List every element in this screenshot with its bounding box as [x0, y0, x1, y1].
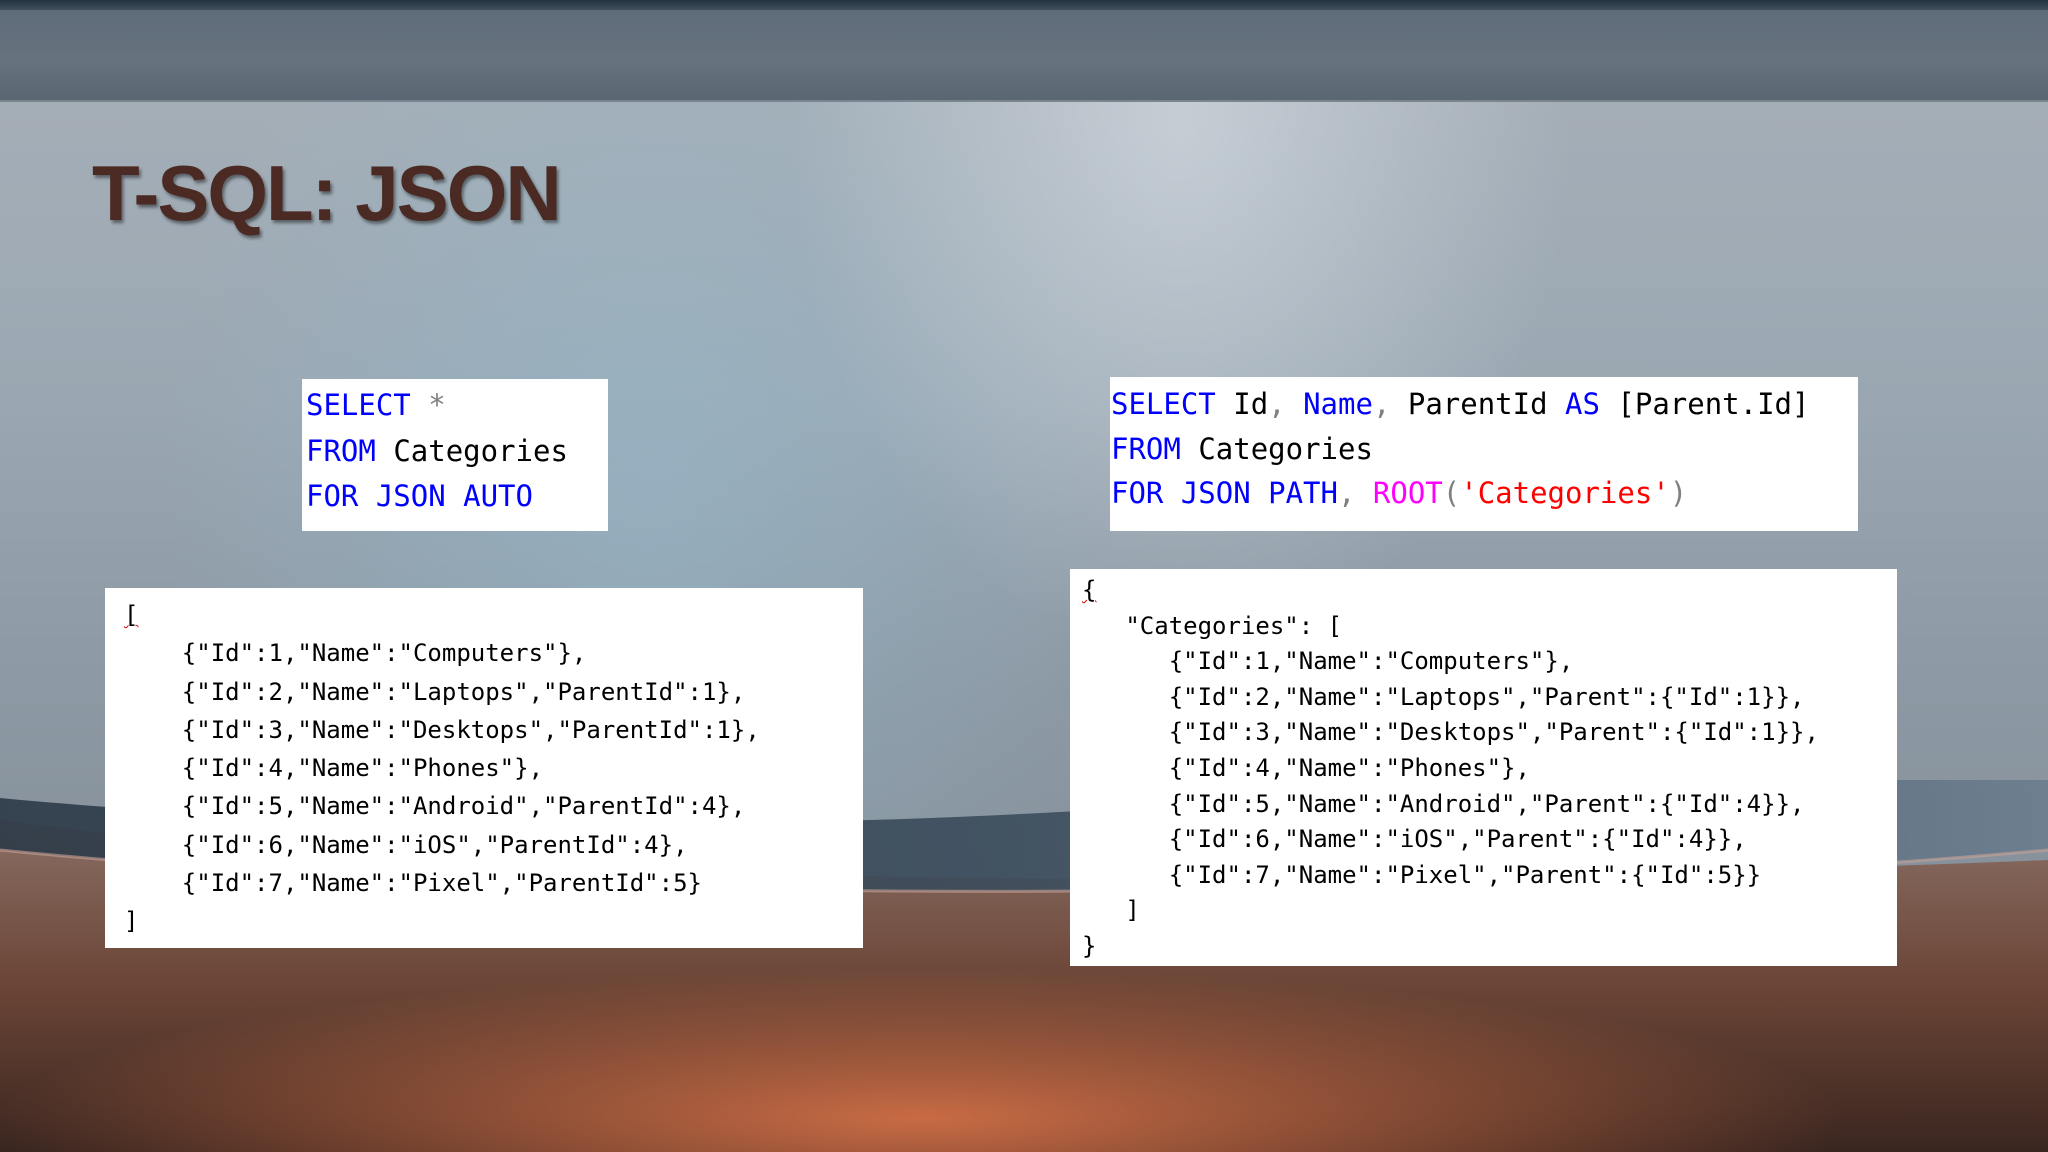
sql-table-name: Categories	[1198, 431, 1373, 466]
sql-paren: )	[1669, 476, 1688, 510]
sql-star: *	[428, 388, 446, 422]
sql-column: Id	[1233, 387, 1269, 421]
json-row-text: {"Id":6,"Name":"iOS","ParentId":4},	[181, 830, 688, 859]
sql-query-path: SELECT Id, Name, ParentId AS [Parent.Id]…	[1111, 377, 1858, 516]
json-row: {"Id":5,"Name":"Android","ParentId":4},	[124, 787, 863, 825]
json-key-categories: "Categories": [	[1125, 611, 1343, 640]
json-row-text: {"Id":2,"Name":"Laptops","Parent":{"Id":…	[1168, 682, 1805, 711]
sql-paren: (	[1442, 476, 1461, 510]
json-row-text: {"Id":5,"Name":"Android","Parent":{"Id":…	[1168, 789, 1805, 818]
json-row-text: {"Id":4,"Name":"Phones"},	[1168, 753, 1530, 782]
json-row: {"Id":3,"Name":"Desktops","Parent":{"Id"…	[1082, 713, 1897, 749]
sql-keyword-select: SELECT	[306, 388, 411, 422]
json-row: {"Id":3,"Name":"Desktops","ParentId":1},	[124, 711, 863, 749]
json-row: {"Id":1,"Name":"Computers"},	[1082, 642, 1897, 678]
json-row-text: {"Id":1,"Name":"Computers"},	[1168, 647, 1574, 676]
sql-query-auto-box: SELECT * FROM Categories FOR JSON AUTO	[302, 379, 608, 531]
sql-line-from: FROM Categories	[306, 429, 608, 475]
json-row: {"Id":1,"Name":"Computers"},	[124, 634, 863, 672]
sql-comma: ,	[1372, 387, 1391, 421]
slide-title: T-SQL: JSON	[92, 149, 562, 237]
slide-background: T-SQL: JSON SELECT * FROM Categories FOR…	[0, 0, 2048, 1152]
json-row-text: {"Id":3,"Name":"Desktops","ParentId":1},	[181, 715, 760, 744]
sql-query-path-box: SELECT Id, Name, ParentId AS [Parent.Id]…	[1110, 377, 1858, 531]
slide-top-edge	[0, 0, 2048, 10]
json-result-auto: [ {"Id":1,"Name":"Computers"}, {"Id":2,"…	[124, 596, 863, 941]
json-row-text: {"Id":1,"Name":"Computers"},	[181, 639, 587, 668]
json-row: {"Id":2,"Name":"Laptops","Parent":{"Id":…	[1082, 678, 1897, 714]
sql-comma: ,	[1337, 476, 1356, 510]
json-row-text: {"Id":5,"Name":"Android","ParentId":4},	[181, 792, 746, 821]
json-array-close: ]	[1082, 891, 1897, 927]
sql-line-select: SELECT Id, Name, ParentId AS [Parent.Id]	[1111, 382, 1858, 427]
json-row: {"Id":4,"Name":"Phones"},	[124, 749, 863, 787]
json-close-bracket: ]	[124, 902, 863, 940]
slide-top-band	[0, 0, 2048, 102]
sql-line-select: SELECT *	[306, 383, 608, 429]
sql-table-name: Categories	[393, 433, 568, 468]
json-key-line: "Categories": [	[1082, 607, 1897, 643]
json-row: {"Id":7,"Name":"Pixel","ParentId":5}	[124, 864, 863, 902]
json-close-brace: }	[1082, 927, 1897, 963]
sql-comma: ,	[1268, 387, 1286, 421]
json-row-text: {"Id":7,"Name":"Pixel","Parent":{"Id":5}…	[1168, 860, 1762, 889]
sql-query-auto: SELECT * FROM Categories FOR JSON AUTO	[306, 379, 608, 520]
json-open-bracket: [	[124, 596, 863, 634]
json-row-text: {"Id":7,"Name":"Pixel","ParentId":5}	[181, 869, 702, 898]
json-open-bracket-text: [	[124, 601, 139, 629]
sql-line-from: FROM Categories	[1111, 427, 1858, 472]
json-open-brace: {	[1082, 571, 1897, 607]
sql-column: Name	[1303, 387, 1373, 421]
sql-keyword-for-json-path: FOR JSON PATH	[1111, 476, 1338, 510]
sql-keyword-for-json-auto: FOR JSON AUTO	[306, 479, 533, 513]
json-open-brace-text: {	[1082, 576, 1097, 604]
json-array-close-text: ]	[1125, 896, 1140, 925]
json-row-text: {"Id":6,"Name":"iOS","Parent":{"Id":4}},	[1168, 825, 1747, 854]
json-row: {"Id":5,"Name":"Android","Parent":{"Id":…	[1082, 785, 1897, 821]
json-row: {"Id":4,"Name":"Phones"},	[1082, 749, 1897, 785]
sql-column: ParentId	[1407, 387, 1548, 421]
sql-line-for-json: FOR JSON AUTO	[306, 474, 608, 520]
json-row: {"Id":6,"Name":"iOS","Parent":{"Id":4}},	[1082, 820, 1897, 856]
json-result-path-box: { "Categories": [ {"Id":1,"Name":"Comput…	[1070, 569, 1897, 966]
json-close-bracket-text: ]	[124, 907, 139, 936]
sql-line-for-json: FOR JSON PATH, ROOT('Categories')	[1111, 471, 1858, 516]
json-row-text: {"Id":4,"Name":"Phones"},	[181, 754, 544, 783]
json-row: {"Id":2,"Name":"Laptops","ParentId":1},	[124, 673, 863, 711]
sql-keyword-as: AS	[1565, 387, 1600, 421]
sql-string-literal: 'Categories'	[1460, 476, 1670, 510]
sql-alias: [Parent.Id]	[1617, 387, 1810, 421]
json-row-text: {"Id":2,"Name":"Laptops","ParentId":1},	[181, 677, 746, 706]
json-result-auto-box: [ {"Id":1,"Name":"Computers"}, {"Id":2,"…	[105, 588, 863, 948]
json-row-text: {"Id":3,"Name":"Desktops","Parent":{"Id"…	[1168, 718, 1819, 747]
json-result-path: { "Categories": [ {"Id":1,"Name":"Comput…	[1082, 571, 1897, 963]
sql-keyword-from: FROM	[306, 433, 376, 468]
json-close-brace-text: }	[1082, 931, 1097, 960]
json-row: {"Id":6,"Name":"iOS","ParentId":4},	[124, 826, 863, 864]
sql-keyword-select: SELECT	[1111, 387, 1216, 421]
sql-function-root: ROOT	[1372, 476, 1443, 510]
json-row: {"Id":7,"Name":"Pixel","Parent":{"Id":5}…	[1082, 856, 1897, 892]
sql-keyword-from: FROM	[1111, 431, 1181, 466]
